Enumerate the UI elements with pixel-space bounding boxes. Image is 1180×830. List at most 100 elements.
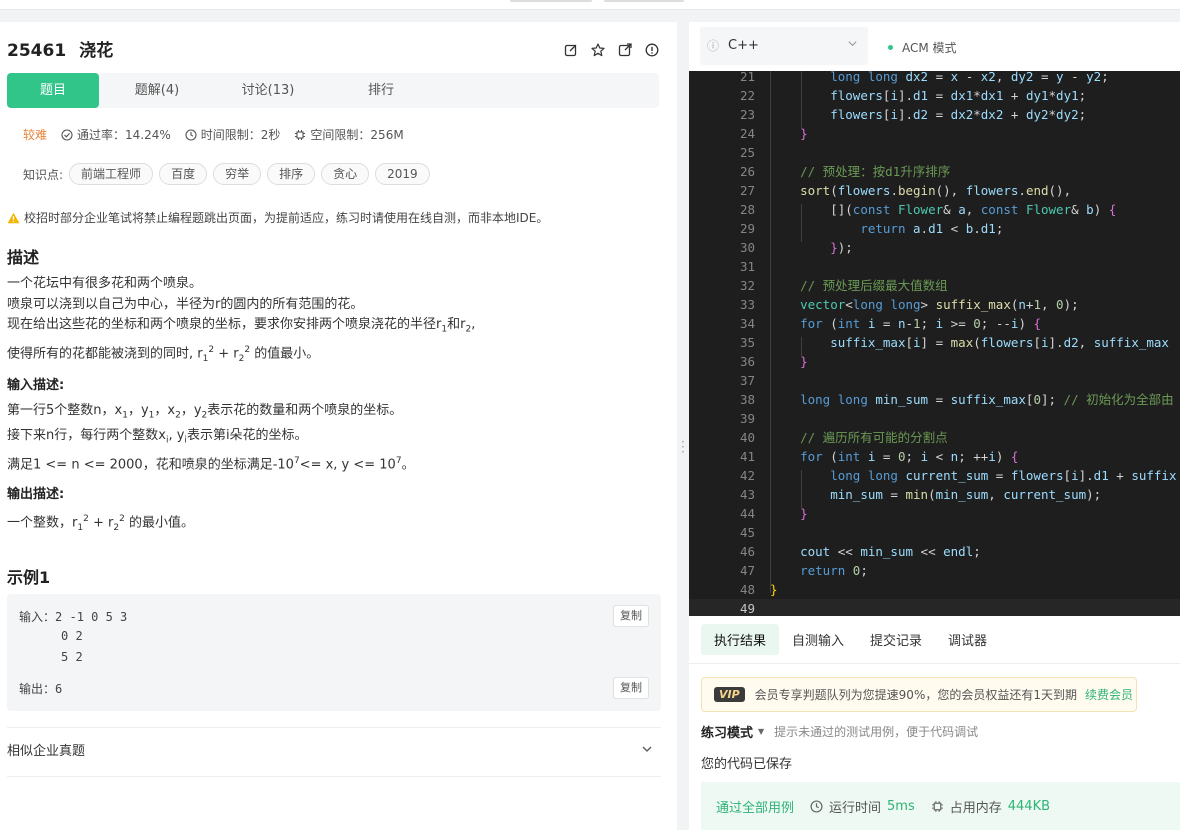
tag-chip[interactable]: 2019 bbox=[375, 163, 430, 185]
memory-chip-icon bbox=[295, 129, 306, 140]
code-line: 22 flowers[i].d1 = dx1*dx1 + dy1*dy1; bbox=[739, 88, 1087, 103]
pass-rate: 通过率：14.24% bbox=[77, 128, 171, 142]
example-input: 输入：2 -1 0 5 3 bbox=[19, 610, 128, 624]
code-line: 48} bbox=[739, 582, 778, 597]
tag-chip[interactable]: 百度 bbox=[159, 163, 208, 185]
code-line: 45 bbox=[739, 525, 755, 540]
tab-custom-input[interactable]: 自测输入 bbox=[779, 624, 857, 655]
warning-icon bbox=[7, 212, 20, 223]
input-description: 第一行5个整数n，x1，y1，x2，y2表示花的数量和两个喷泉的坐标。 接下来n… bbox=[7, 401, 415, 476]
space-limit: 空间限制：256M bbox=[310, 128, 404, 142]
code-line: 46 cout << min_sum << endl; bbox=[739, 544, 981, 559]
renew-membership-link[interactable]: 续费会员 bbox=[1085, 686, 1133, 703]
code-line: 30 }); bbox=[739, 240, 853, 255]
code-line: 27 sort(flowers.begin(), flowers.end(), bbox=[739, 183, 1072, 198]
practice-mode-select[interactable]: 练习模式 bbox=[701, 722, 753, 741]
memory-chip-icon bbox=[931, 800, 943, 812]
warning-text: 校招时部分企业笔试将禁止编程题跳出页面，为提前适应，练习时请使用在线自测，而非本… bbox=[24, 211, 549, 225]
copy-input-button[interactable]: 复制 bbox=[613, 605, 649, 627]
code-line: 44 } bbox=[739, 506, 808, 521]
editor-panel: ⓘ C++ ACM 模式 21 long long dx2 = x - x2, … bbox=[689, 22, 1180, 830]
output-heading: 输出描述: bbox=[7, 487, 65, 502]
code-line: 28 [](const Flower& a, const Flower& b) … bbox=[739, 202, 1117, 217]
code-line: 31 bbox=[739, 259, 755, 274]
tab-ranking[interactable]: 排行 bbox=[321, 73, 441, 108]
mode-dot bbox=[888, 45, 893, 50]
top-bar bbox=[0, 0, 1180, 10]
description-line: 一个花坛中有很多花和两个喷泉。 bbox=[7, 276, 203, 291]
problem-title: 浇花 bbox=[79, 41, 114, 61]
example-box: 输入：2 -1 0 5 3 0 2 5 2 复制 输出：6 复制 bbox=[7, 594, 661, 711]
code-editor[interactable]: 21 long long dx2 = x - x2, dy2 = y - y2;… bbox=[689, 71, 1180, 616]
knowledge-label: 知识点: bbox=[23, 167, 64, 182]
example-input-line: 5 2 bbox=[61, 650, 83, 664]
description-line: 使得所有的花都能被浇到的同时, r12 + r22 的值最小。 bbox=[7, 345, 320, 365]
chevron-down-icon bbox=[847, 27, 858, 65]
code-line: 35 suffix_max[i] = max(flowers[i].d2, su… bbox=[739, 335, 1169, 350]
top-bar-button-stub[interactable] bbox=[510, 0, 592, 2]
problem-id: 25461 bbox=[7, 41, 67, 61]
code-line: 38 long long min_sum = suffix_max[0]; //… bbox=[739, 392, 1174, 407]
tab-problem[interactable]: 题目 bbox=[7, 73, 99, 108]
code-line: 37 bbox=[739, 373, 755, 388]
problem-meta: 较难 通过率：14.24% 时间限制：2秒 空间限制：256M bbox=[23, 126, 418, 143]
tab-execution-result[interactable]: 执行结果 bbox=[701, 624, 780, 655]
input-line: 满足1 <= n <= 2000，花和喷泉的坐标满足-107<= x, y <=… bbox=[7, 456, 415, 473]
input-heading: 输入描述: bbox=[7, 378, 65, 393]
code-saved-message: 您的代码已保存 bbox=[701, 757, 793, 772]
code-line: 23 flowers[i].d2 = dx2*dx2 + dy2*dy2; bbox=[739, 107, 1087, 122]
tab-discussion[interactable]: 讨论(13) bbox=[224, 73, 312, 108]
time-limit: 时间限制：2秒 bbox=[200, 128, 281, 142]
similar-questions-toggle[interactable]: 相似企业真题 bbox=[7, 727, 661, 777]
report-icon[interactable] bbox=[645, 42, 659, 57]
code-line: 26 // 预处理：按d1升序排序 bbox=[739, 164, 951, 179]
mode-label: ACM 模式 bbox=[902, 41, 957, 55]
code-line: 39 bbox=[739, 411, 755, 426]
info-icon: ⓘ bbox=[707, 39, 720, 53]
code-line: 41 for (int i = 0; i < n; ++i) { bbox=[739, 449, 1019, 464]
memory-label: 占用内存 bbox=[949, 800, 1002, 816]
language-value: C++ bbox=[728, 38, 759, 53]
example-input-line: 0 2 bbox=[61, 629, 83, 643]
panel-resize-handle[interactable]: · · · bbox=[681, 436, 685, 458]
top-bar-button-stub[interactable] bbox=[604, 0, 684, 2]
language-select[interactable]: ⓘ C++ bbox=[700, 27, 868, 65]
practice-mode-row: 练习模式 ▼ 提示未通过的测试用例，便于代码调试 bbox=[701, 722, 978, 741]
share-icon[interactable] bbox=[618, 42, 632, 57]
mode-indicator[interactable]: ACM 模式 bbox=[888, 39, 957, 56]
star-icon[interactable] bbox=[591, 42, 605, 57]
copy-output-button[interactable]: 复制 bbox=[613, 677, 649, 699]
tab-solutions[interactable]: 题解(4) bbox=[99, 73, 215, 108]
description-line: 现在给出这些花的坐标和两个喷泉的坐标，要求你安排两个喷泉浇花的半径r1和r2, bbox=[7, 317, 476, 335]
tag-chip[interactable]: 穷举 bbox=[213, 163, 262, 185]
problem-tabs: 题目 题解(4) 讨论(13) 排行 bbox=[7, 73, 659, 108]
tag-chip[interactable]: 贪心 bbox=[321, 163, 370, 185]
example-output: 输出：6 bbox=[19, 682, 63, 696]
input-line: 第一行5个整数n，x1，y1，x2，y2表示花的数量和两个喷泉的坐标。 bbox=[7, 403, 403, 421]
similar-questions-label: 相似企业真题 bbox=[7, 744, 86, 759]
check-circle-icon bbox=[61, 128, 73, 141]
tab-debugger[interactable]: 调试器 bbox=[935, 624, 1000, 655]
result-summary: 通过全部用例 运行时间 5ms 占用内存 444KB bbox=[701, 782, 1180, 830]
caret-down-icon[interactable]: ▼ bbox=[758, 727, 764, 736]
code-line: 43 min_sum = min(min_sum, current_sum); bbox=[739, 487, 1102, 502]
result-tabs: 执行结果 自测输入 提交记录 调试器 bbox=[689, 616, 1180, 664]
difficulty-label: 较难 bbox=[23, 128, 48, 142]
code-line: 42 long long current_sum = flowers[i].d1… bbox=[739, 468, 1177, 483]
tab-submission-history[interactable]: 提交记录 bbox=[857, 624, 935, 655]
description-line: 喷泉可以浇到以自己为中心，半径为r的圆内的所有范围的花。 bbox=[7, 296, 364, 312]
edit-icon[interactable] bbox=[564, 42, 578, 57]
editor-header: ⓘ C++ ACM 模式 bbox=[689, 22, 1180, 71]
code-line: 25 bbox=[739, 145, 755, 160]
code-line: 24 } bbox=[739, 126, 808, 141]
code-line: 33 vector<long long> suffix_max(n+1, 0); bbox=[739, 297, 1079, 312]
vip-banner: VIP 会员专享判题队列为您提速90%，您的会员权益还有1天到期 续费会员 bbox=[701, 677, 1137, 712]
knowledge-points: 知识点: 前端工程师 百度 穷举 排序 贪心 2019 bbox=[23, 163, 430, 185]
code-line: 29 return a.d1 < b.d1; bbox=[739, 221, 1004, 236]
code-line: 40 // 遍历所有可能的分割点 bbox=[739, 430, 948, 445]
tag-chip[interactable]: 排序 bbox=[267, 163, 316, 185]
memory-value: 444KB bbox=[1007, 798, 1051, 814]
chevron-down-icon bbox=[641, 728, 653, 776]
tag-chip[interactable]: 前端工程师 bbox=[69, 163, 154, 185]
runtime-label: 运行时间 bbox=[829, 800, 882, 816]
